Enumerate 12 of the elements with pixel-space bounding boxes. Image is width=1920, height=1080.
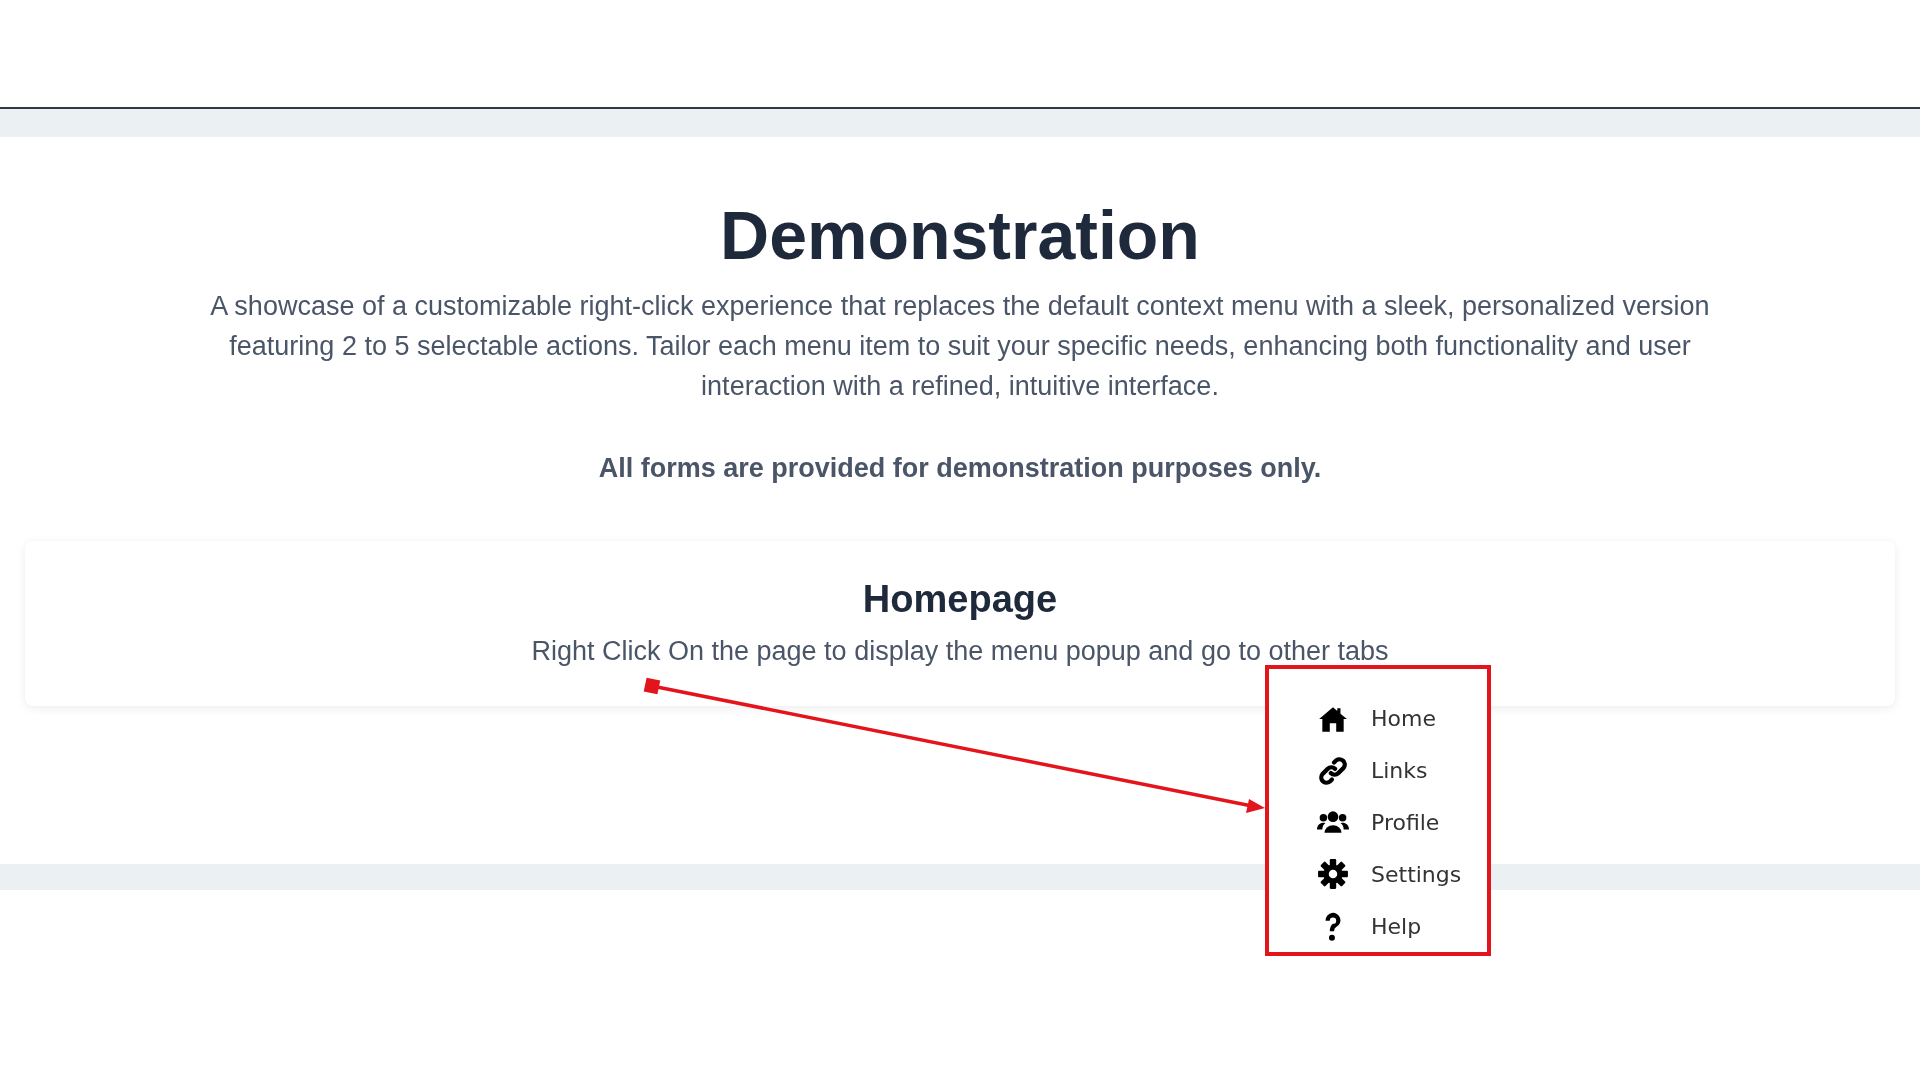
description: A showcase of a customizable right-click experience that replaces the default context menu with a sleek, personalized version featuring 2 to 5 selectable actions. Tailor each menu item to suit your specific needs, enhancing both functionality and user interaction with a refined, intuitive interface. [209,290,1711,403]
settings-icon [1317,858,1349,891]
menu-item[interactable]: Help [1317,900,1487,952]
page-title: Demonstration [720,196,1200,275]
card-text: Right Click On the page to display the menu popup and go to other tabs [531,635,1389,668]
disclaimer: All forms are provided for demonstration purposes only. [598,452,1322,485]
link-icon [1317,754,1349,787]
menu-item[interactable]: Settings [1317,848,1487,901]
card-title: Homepage [862,577,1058,621]
menu-item[interactable]: Profile [1317,796,1487,849]
menu-item[interactable]: Links [1317,744,1487,797]
menu-item[interactable]: Home [1317,693,1487,745]
